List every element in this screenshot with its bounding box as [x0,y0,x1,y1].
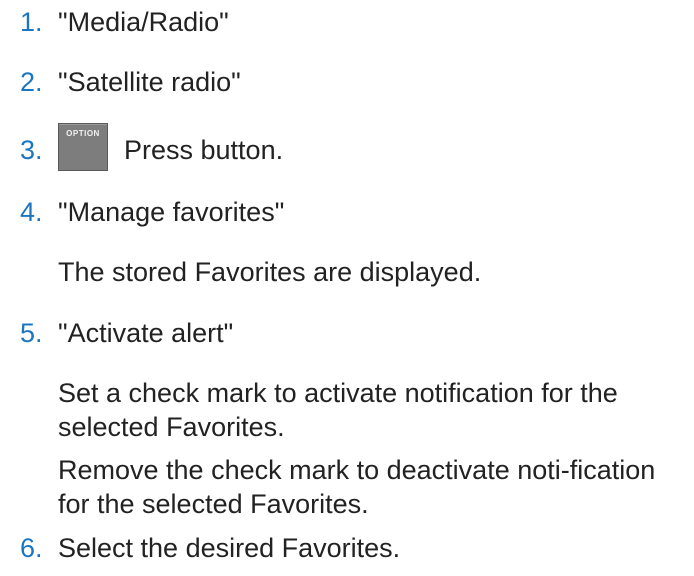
step-note: Remove the check mark to deactivate noti… [58,455,656,519]
option-button-icon: OPTION [58,123,108,171]
instruction-steps: 1. "Media/Radio" 2. "Satellite radio" 3.… [0,0,694,576]
step-text: "Activate alert" [58,318,234,348]
step-text: Select the desired Favorites. [58,533,401,563]
step-number: 1. [20,7,43,37]
step-text: "Satellite radio" [58,67,241,97]
step-number: 3. [20,135,43,165]
step-number: 5. [20,318,43,348]
step-number: 2. [20,67,43,97]
step-text: Press button. [124,135,284,165]
step-note: Set a check mark to activate notificatio… [58,378,618,442]
step-text: "Media/Radio" [58,7,229,37]
option-button-label: OPTION [66,129,100,138]
step-text: "Manage favorites" [58,197,285,227]
step-note: The stored Favorites are displayed. [58,257,482,287]
step-number: 4. [20,197,43,227]
step-number: 6. [20,533,43,563]
